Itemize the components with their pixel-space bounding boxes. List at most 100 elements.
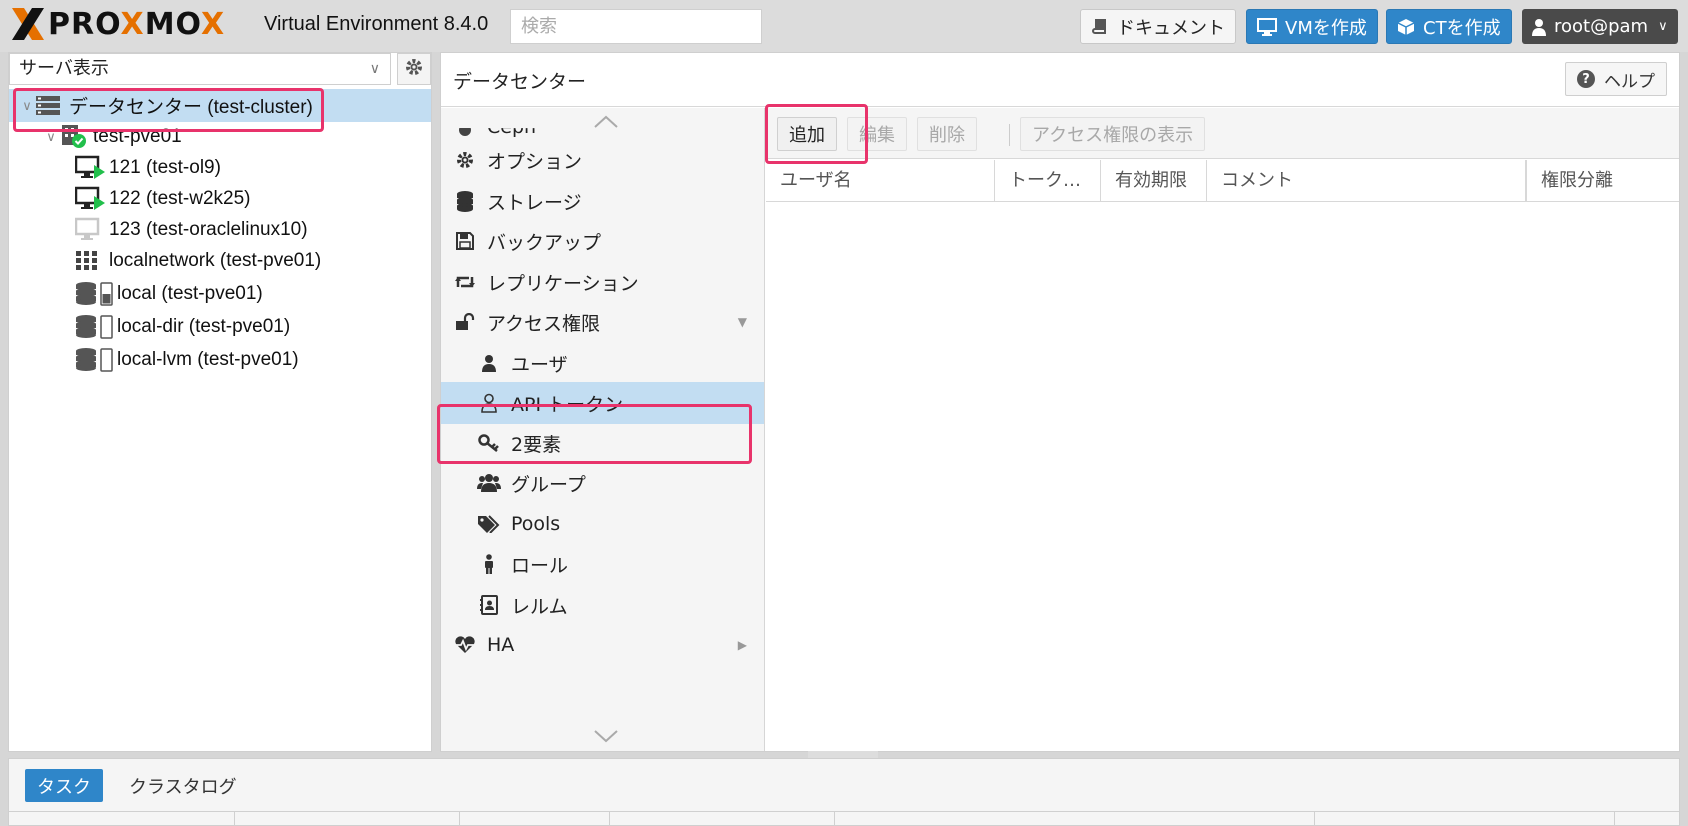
panel-splitter[interactable]	[808, 751, 878, 758]
heartbeat-icon	[453, 636, 477, 654]
user-outline-icon	[477, 393, 501, 413]
menu-item-label: レプリケーション	[487, 272, 639, 295]
documentation-label: ドキュメント	[1117, 17, 1225, 39]
page-title: データセンター	[453, 71, 587, 93]
menu-item-api-tokens[interactable]: API トークン	[441, 382, 764, 424]
tab-cluster-log[interactable]: クラスタログ	[117, 769, 249, 802]
scroll-down-icon[interactable]	[591, 726, 621, 746]
column-comment[interactable]: コメント	[1207, 160, 1526, 202]
tree-item-label: local-dir (test-pve01)	[117, 315, 291, 337]
search-input[interactable]: 検索	[510, 9, 762, 44]
menu-item-pools[interactable]: Pools	[441, 503, 764, 545]
tree-item-label: 122 (test-w2k25)	[109, 187, 251, 209]
tree-item-label: test-pve01	[93, 125, 182, 147]
tree-item-vm-122[interactable]: 122 (test-w2k25)	[9, 182, 431, 215]
menu-item-two-factor[interactable]: 2要素	[441, 422, 764, 464]
show-permissions-button[interactable]: アクセス権限の表示	[1020, 117, 1206, 151]
chevron-down-icon: ∨	[369, 61, 380, 77]
vm-running-icon	[75, 185, 109, 213]
tab-tasks[interactable]: タスク	[25, 769, 103, 802]
user-label: root@pam	[1554, 16, 1649, 37]
column-divider	[609, 812, 610, 826]
tree-item-storage-local-dir[interactable]: local-dir (test-pve01)	[9, 310, 431, 343]
menu-item-groups[interactable]: グループ	[441, 462, 764, 504]
column-privsep[interactable]: 権限分離	[1526, 160, 1679, 202]
menu-item-realms[interactable]: レルム	[441, 584, 764, 626]
menu-item-label: ロール	[511, 554, 569, 577]
edit-button[interactable]: 編集	[847, 117, 907, 151]
menu-item-label: ユーザ	[511, 353, 568, 376]
retweet-icon	[453, 273, 477, 291]
column-expire[interactable]: 有効期限	[1101, 160, 1207, 202]
storage-icon	[75, 280, 117, 308]
menu-item-label: レルム	[511, 595, 568, 618]
user-menu-button[interactable]: root@pam ∨	[1522, 9, 1678, 44]
tree-item-node[interactable]: ∨ test-pve01	[9, 120, 431, 153]
view-select[interactable]: サーバ表示 ∨	[9, 53, 391, 85]
caret-down-icon: ▼	[737, 315, 747, 329]
vm-running-icon	[75, 154, 109, 182]
menu-item-storage[interactable]: ストレージ	[441, 180, 764, 222]
menu-item-label: Pools	[511, 513, 561, 535]
datacenter-icon	[35, 92, 69, 120]
tree-item-label: 123 (test-oraclelinux10)	[109, 218, 308, 240]
toolbar-separator	[1009, 124, 1010, 146]
user-icon	[1532, 18, 1546, 36]
book-icon	[1091, 18, 1109, 36]
menu-item-label: アクセス権限	[487, 312, 601, 335]
help-label: ヘルプ	[1604, 71, 1655, 92]
menu-item-ha[interactable]: HA ▶	[441, 624, 764, 666]
menu-item-label: グループ	[511, 473, 586, 496]
tree-item-storage-local[interactable]: local (test-pve01)	[9, 277, 431, 310]
delete-button[interactable]: 削除	[917, 117, 977, 151]
menu-item-options[interactable]: オプション	[441, 139, 764, 181]
documentation-button[interactable]: ドキュメント	[1080, 9, 1236, 44]
main-panel: データセンター ? ヘルプ Ceph オプション ストレージ バックアップ レプ…	[440, 52, 1680, 752]
tree-item-label: local (test-pve01)	[117, 282, 263, 304]
column-token[interactable]: トーク…	[995, 160, 1101, 202]
menu-item-replication[interactable]: レプリケーション	[441, 261, 764, 303]
tree-item-vm-121[interactable]: 121 (test-ol9)	[9, 151, 431, 184]
proxmox-x-icon	[12, 8, 44, 40]
tree-item-label: local-lvm (test-pve01)	[117, 348, 299, 370]
address-book-icon	[477, 595, 501, 615]
menu-item-label: 2要素	[511, 433, 562, 456]
key-icon	[477, 434, 501, 452]
ceph-icon	[453, 128, 477, 138]
main-header: データセンター ? ヘルプ	[441, 53, 1679, 107]
chevron-down-icon: ∨	[1658, 19, 1668, 34]
menu-item-users[interactable]: ユーザ	[441, 342, 764, 384]
brand-wordmark: PROXMOX	[48, 6, 226, 42]
tree-settings-button[interactable]	[397, 53, 431, 85]
column-username[interactable]: ユーザ名	[766, 160, 995, 202]
token-toolbar: 追加 編集 削除 アクセス権限の表示	[766, 108, 1679, 159]
monitor-icon	[1257, 17, 1277, 36]
column-divider	[834, 812, 835, 826]
floppy-icon	[453, 232, 477, 250]
menu-item-label: バックアップ	[487, 231, 602, 254]
menu-item-label: API トークン	[511, 393, 624, 416]
api-token-content: 追加 編集 削除 アクセス権限の表示 ユーザ名 トーク… 有効期限 コメント 権…	[766, 108, 1679, 751]
menu-item-backup[interactable]: バックアップ	[441, 220, 764, 262]
tree-item-datacenter[interactable]: ∨ データセンター (test-cluster)	[9, 89, 431, 122]
tree-item-localnetwork[interactable]: localnetwork (test-pve01)	[9, 244, 431, 277]
menu-item-permissions[interactable]: アクセス権限 ▼	[441, 301, 764, 343]
tree-item-storage-local-lvm[interactable]: local-lvm (test-pve01)	[9, 343, 431, 376]
vm-stopped-icon	[75, 216, 109, 244]
help-button[interactable]: ? ヘルプ	[1565, 62, 1667, 96]
create-vm-button[interactable]: VMを作成	[1246, 9, 1378, 44]
column-divider	[1314, 812, 1315, 826]
tree-item-vm-123[interactable]: 123 (test-oraclelinux10)	[9, 213, 431, 246]
view-select-value: サーバ表示	[19, 58, 109, 79]
cube-icon	[1397, 18, 1415, 36]
unlock-icon	[453, 313, 477, 331]
scroll-up-icon[interactable]	[591, 112, 621, 132]
add-button[interactable]: 追加	[777, 117, 837, 151]
male-icon	[477, 554, 501, 574]
menu-item-label: HA	[487, 634, 515, 656]
create-ct-button[interactable]: CTを作成	[1386, 9, 1512, 44]
users-icon	[477, 474, 501, 492]
tags-icon	[477, 515, 501, 533]
menu-item-roles[interactable]: ロール	[441, 543, 764, 585]
network-grid-icon	[75, 247, 109, 275]
